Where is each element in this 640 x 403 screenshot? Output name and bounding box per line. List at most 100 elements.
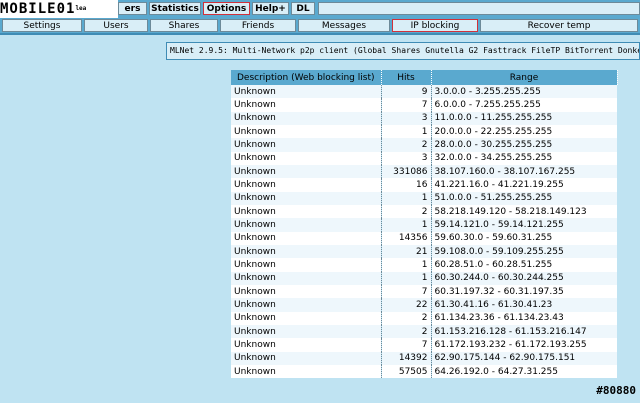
cell-range: 38.107.160.0 - 38.107.167.255 [431, 164, 617, 179]
cell-description: Unknown [231, 151, 382, 165]
table-row: Unknown 7 6.0.0.0 - 7.255.255.255 [231, 98, 617, 112]
cell-hits: 3 [381, 151, 432, 165]
top-menu-filler [318, 2, 640, 15]
cell-description: Unknown [231, 191, 382, 205]
tab-shares[interactable]: Shares [150, 19, 218, 32]
cell-hits: 3 [381, 111, 432, 125]
cell-description: Unknown [231, 218, 382, 232]
tab-ip-blocking[interactable]: IP blocking [392, 19, 478, 32]
cell-description: Unknown [231, 231, 382, 245]
table-row: Unknown 1 60.30.244.0 - 60.30.244.255 [231, 271, 617, 285]
table-row: Unknown 3 32.0.0.0 - 34.255.255.255 [231, 151, 617, 165]
top-button-options[interactable]: Options [203, 2, 250, 15]
options-subnav: Settings Users Shares Friends Messages I… [0, 18, 640, 33]
cell-range: 20.0.0.0 - 22.255.255.255 [431, 124, 617, 139]
cell-hits: 1 [381, 191, 432, 205]
table-row: Unknown 1 59.14.121.0 - 59.14.121.255 [231, 218, 617, 232]
cell-description: Unknown [231, 124, 382, 139]
cell-range: 60.28.51.0 - 60.28.51.255 [431, 258, 617, 272]
cell-hits: 22 [381, 298, 432, 312]
cell-range: 61.153.216.128 - 61.153.216.147 [431, 324, 617, 339]
table-row: Unknown 1 60.28.51.0 - 60.28.51.255 [231, 258, 617, 272]
cell-description: Unknown [231, 298, 382, 312]
cell-range: 51.0.0.0 - 51.255.255.255 [431, 191, 617, 205]
top-button-statistics[interactable]: Statistics [149, 2, 201, 15]
cell-description: Unknown [231, 85, 382, 99]
table-row: Unknown 3 11.0.0.0 - 11.255.255.255 [231, 111, 617, 125]
cell-hits: 14356 [381, 231, 432, 245]
top-button-help[interactable]: Help+ [252, 2, 289, 15]
table-row: Unknown 9 3.0.0.0 - 3.255.255.255 [231, 85, 617, 99]
table-row: Unknown 1 20.0.0.0 - 22.255.255.255 [231, 124, 617, 139]
cell-description: Unknown [231, 311, 382, 325]
cell-description: Unknown [231, 204, 382, 219]
table-body: Unknown 9 3.0.0.0 - 3.255.255.255 Unknown 7 6… [231, 85, 617, 379]
cell-hits: 9 [381, 85, 432, 99]
tab-recover-temp[interactable]: Recover temp [480, 19, 638, 32]
logo-text: MOBILE01 [0, 1, 76, 17]
tab-settings[interactable]: Settings [2, 19, 82, 32]
cell-hits: 2 [381, 204, 432, 219]
logo-small-text: lea [75, 5, 87, 12]
cell-range: 59.60.30.0 - 59.60.31.255 [431, 231, 617, 245]
table-header-row: Description (Web blocking list) Hits Ran… [231, 70, 618, 85]
watermark-id: #80880 [596, 384, 636, 397]
cell-description: Unknown [231, 178, 382, 192]
cell-hits: 7 [381, 284, 432, 299]
cell-description: Unknown [231, 98, 382, 112]
cell-range: 32.0.0.0 - 34.255.255.255 [431, 151, 617, 165]
tab-friends[interactable]: Friends [220, 19, 296, 32]
top-menu-bar: MOBILE01lea ers Statistics Options Help+… [0, 0, 640, 18]
cell-range: 61.134.23.36 - 61.134.23.43 [431, 311, 617, 325]
table-row: Unknown 7 61.172.193.232 - 61.172.193.255 [231, 338, 617, 352]
cell-hits: 16 [381, 178, 432, 192]
cell-range: 28.0.0.0 - 30.255.255.255 [431, 138, 617, 152]
cell-range: 64.26.192.0 - 64.27.31.255 [431, 364, 617, 379]
cell-range: 61.172.193.232 - 61.172.193.255 [431, 338, 617, 352]
mobile01-logo: MOBILE01lea [0, 0, 118, 18]
cell-description: Unknown [231, 271, 382, 285]
table-row: Unknown 16 41.221.16.0 - 41.221.19.255 [231, 178, 617, 192]
top-button-users[interactable]: ers [118, 2, 147, 15]
cell-hits: 2 [381, 311, 432, 325]
cell-range: 58.218.149.120 - 58.218.149.123 [431, 204, 617, 219]
cell-description: Unknown [231, 111, 382, 125]
tab-users[interactable]: Users [84, 19, 148, 32]
cell-range: 41.221.16.0 - 41.221.19.255 [431, 178, 617, 192]
cell-description: Unknown [231, 324, 382, 339]
table-row: Unknown 21 59.108.0.0 - 59.109.255.255 [231, 244, 617, 259]
table-row: Unknown 2 61.134.23.36 - 61.134.23.43 [231, 311, 617, 325]
cell-range: 60.30.244.0 - 60.30.244.255 [431, 271, 617, 285]
table-row: Unknown 2 58.218.149.120 - 58.218.149.123 [231, 204, 617, 219]
cell-hits: 2 [381, 324, 432, 339]
cell-hits: 57505 [381, 364, 432, 379]
table-row: Unknown 22 61.30.41.16 - 61.30.41.23 [231, 298, 617, 312]
table-row: Unknown 2 28.0.0.0 - 30.255.255.255 [231, 138, 617, 152]
cell-range: 61.30.41.16 - 61.30.41.23 [431, 298, 617, 312]
cell-hits: 1 [381, 271, 432, 285]
table-row: Unknown 14392 62.90.175.144 - 62.90.175.15… [231, 351, 617, 365]
cell-hits: 14392 [381, 351, 432, 365]
nav-divider [0, 33, 640, 35]
cell-range: 6.0.0.0 - 7.255.255.255 [431, 98, 617, 112]
cell-hits: 2 [381, 138, 432, 152]
cell-hits: 7 [381, 338, 432, 352]
cell-range: 62.90.175.144 - 62.90.175.151 [431, 351, 617, 365]
table-row: Unknown 1 51.0.0.0 - 51.255.255.255 [231, 191, 617, 205]
tab-messages[interactable]: Messages [298, 19, 390, 32]
cell-hits: 21 [381, 244, 432, 259]
version-info-bar: MLNet 2.9.5: Multi-Network p2p client (G… [166, 42, 640, 60]
cell-hits: 1 [381, 218, 432, 232]
cell-hits: 331086 [381, 164, 432, 179]
header-range[interactable]: Range [431, 70, 618, 85]
cell-hits: 1 [381, 124, 432, 139]
cell-description: Unknown [231, 351, 382, 365]
table-row: Unknown 7 60.31.197.32 - 60.31.197.35 [231, 284, 617, 299]
cell-hits: 7 [381, 98, 432, 112]
top-button-dl[interactable]: DL [291, 2, 315, 15]
table-row: Unknown 2 61.153.216.128 - 61.153.216.147 [231, 324, 617, 339]
cell-description: Unknown [231, 364, 382, 379]
cell-description: Unknown [231, 258, 382, 272]
header-hits[interactable]: Hits [381, 70, 432, 85]
header-description[interactable]: Description (Web blocking list) [231, 70, 382, 85]
